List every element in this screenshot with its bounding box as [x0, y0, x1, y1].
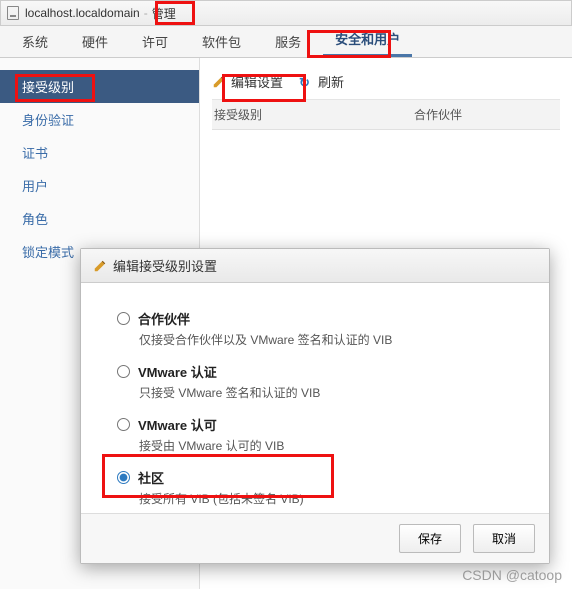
- tab-services[interactable]: 服务: [263, 26, 313, 57]
- tab-hardware[interactable]: 硬件: [70, 26, 120, 57]
- refresh-button[interactable]: ↻ 刷新: [299, 72, 344, 91]
- sidebar-item-certificates[interactable]: 证书: [0, 136, 199, 169]
- dialog-footer: 保存 取消: [81, 513, 549, 563]
- dialog-header: 编辑接受级别设置: [81, 249, 549, 283]
- dialog-title: 编辑接受级别设置: [113, 256, 217, 275]
- sidebar-item-authentication[interactable]: 身份验证: [0, 103, 199, 136]
- save-button[interactable]: 保存: [399, 524, 461, 553]
- info-value: 合作伙伴: [414, 106, 462, 123]
- radio-vmware-certified[interactable]: [117, 365, 130, 378]
- tab-license[interactable]: 许可: [130, 26, 180, 57]
- radio-community[interactable]: [117, 471, 130, 484]
- option-label[interactable]: 社区: [138, 468, 164, 487]
- radio-partner[interactable]: [117, 312, 130, 325]
- tab-system[interactable]: 系统: [10, 26, 60, 57]
- refresh-label: 刷新: [318, 72, 344, 91]
- tabbar: 系统 硬件 许可 软件包 服务 安全和用户: [0, 26, 572, 58]
- pencil-icon: [212, 75, 226, 89]
- toolbar: 编辑设置 ↻ 刷新: [212, 70, 560, 100]
- option-desc: 仅接受合作伙伴以及 VMware 签名和认证的 VIB: [139, 331, 515, 348]
- option-label[interactable]: VMware 认证: [138, 362, 217, 381]
- pencil-icon: [93, 259, 107, 273]
- host-name: localhost.localdomain: [25, 6, 140, 20]
- sidebar-item-acceptance-level[interactable]: 接受级别: [0, 70, 199, 103]
- tab-packages[interactable]: 软件包: [190, 26, 253, 57]
- option-partner: 合作伙伴 仅接受合作伙伴以及 VMware 签名和认证的 VIB: [117, 309, 515, 348]
- info-label: 接受级别: [214, 106, 414, 123]
- dialog-body: 合作伙伴 仅接受合作伙伴以及 VMware 签名和认证的 VIB VMware …: [81, 283, 549, 513]
- option-vmware-accepted: VMware 认可 接受由 VMware 认可的 VIB: [117, 415, 515, 454]
- cancel-button[interactable]: 取消: [473, 524, 535, 553]
- separator: -: [144, 6, 148, 20]
- info-row: 接受级别 合作伙伴: [212, 100, 560, 130]
- option-desc: 接受所有 VIB (包括未签名 VIB): [139, 490, 515, 507]
- sidebar-item-roles[interactable]: 角色: [0, 202, 199, 235]
- edit-settings-label: 编辑设置: [231, 72, 283, 91]
- option-vmware-certified: VMware 认证 只接受 VMware 签名和认证的 VIB: [117, 362, 515, 401]
- dialog: 编辑接受级别设置 合作伙伴 仅接受合作伙伴以及 VMware 签名和认证的 VI…: [80, 248, 550, 564]
- titlebar: localhost.localdomain - 管理: [0, 0, 572, 26]
- option-desc: 接受由 VMware 认可的 VIB: [139, 437, 515, 454]
- sidebar-item-users[interactable]: 用户: [0, 169, 199, 202]
- host-icon: [7, 6, 19, 20]
- watermark: CSDN @catoop: [462, 567, 562, 583]
- option-desc: 只接受 VMware 签名和认证的 VIB: [139, 384, 515, 401]
- edit-settings-button[interactable]: 编辑设置: [212, 72, 283, 91]
- radio-vmware-accepted[interactable]: [117, 418, 130, 431]
- option-community: 社区 接受所有 VIB (包括未签名 VIB): [117, 468, 515, 507]
- option-label[interactable]: VMware 认可: [138, 415, 217, 434]
- option-label[interactable]: 合作伙伴: [138, 309, 190, 328]
- section-label: 管理: [152, 5, 176, 22]
- tab-security-users[interactable]: 安全和用户: [323, 23, 412, 57]
- refresh-icon: ↻: [299, 75, 313, 89]
